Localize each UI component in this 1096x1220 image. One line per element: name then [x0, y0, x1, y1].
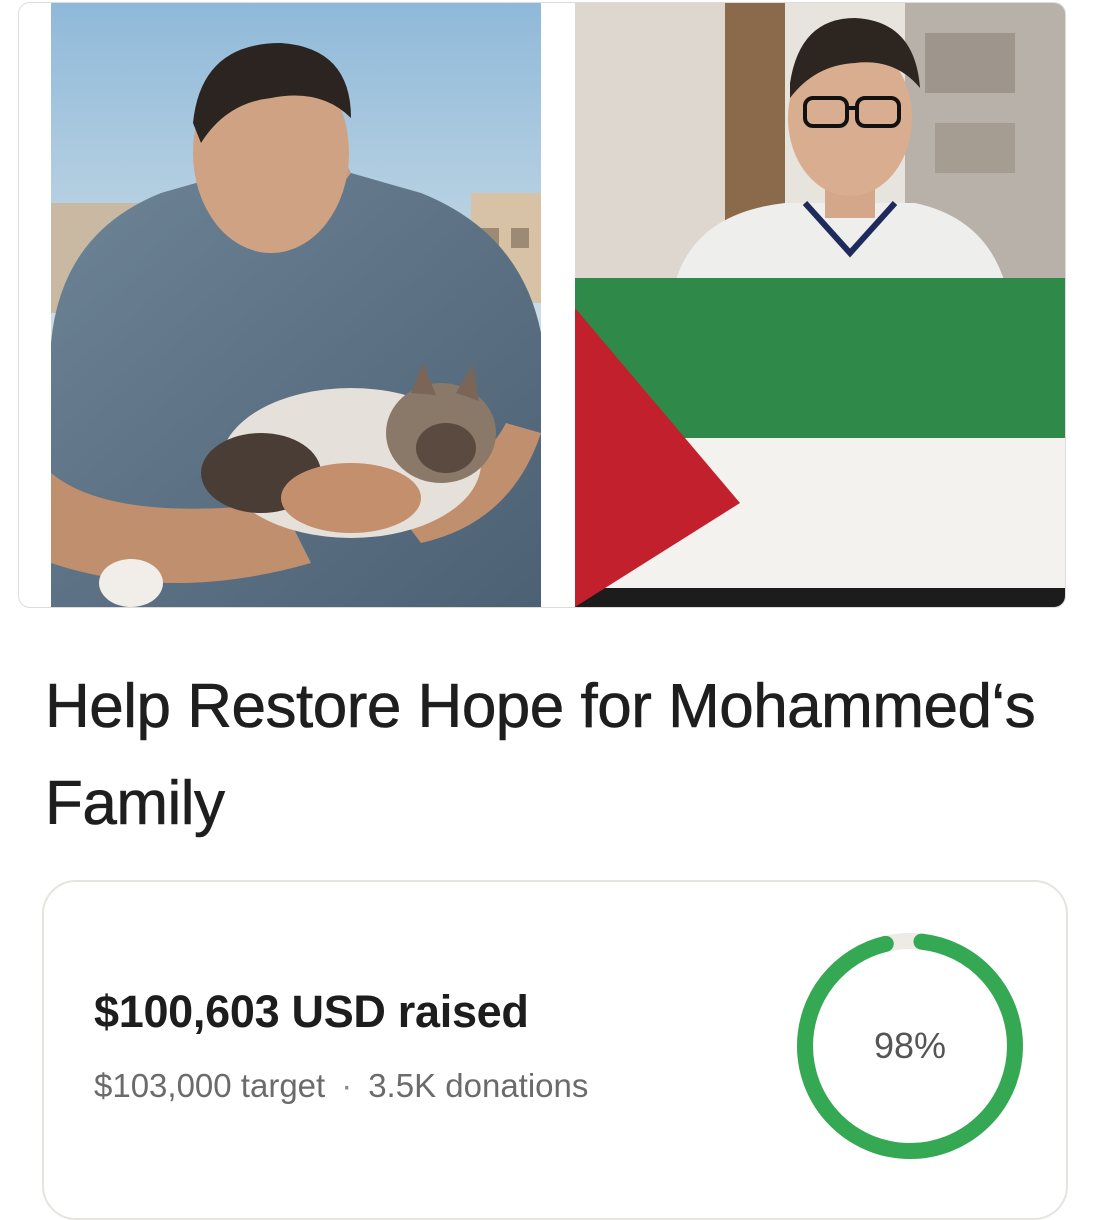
- donation-count[interactable]: 3.5K donations: [368, 1067, 588, 1104]
- amount-raised: $100,603 USD raised: [94, 986, 529, 1037]
- target-amount: $103,000 target: [94, 1067, 326, 1104]
- fundraising-progress-card: $100,603 USD raised $103,000 target · 3.5K…: [42, 880, 1068, 1220]
- progress-ring: 98%: [794, 930, 1026, 1162]
- boy-holding-palestinian-flag-photo[interactable]: [575, 3, 1065, 607]
- campaign-photo-card[interactable]: [18, 2, 1066, 608]
- campaign-stats: $103,000 target · 3.5K donations: [94, 1067, 588, 1105]
- young-man-holding-cat-photo[interactable]: [51, 3, 541, 607]
- separator-dot: ·: [341, 1067, 353, 1104]
- progress-percent-label: 98%: [873, 1025, 947, 1066]
- campaign-title: Help Restore Hope for Mohammed‘s Family: [45, 672, 1036, 839]
